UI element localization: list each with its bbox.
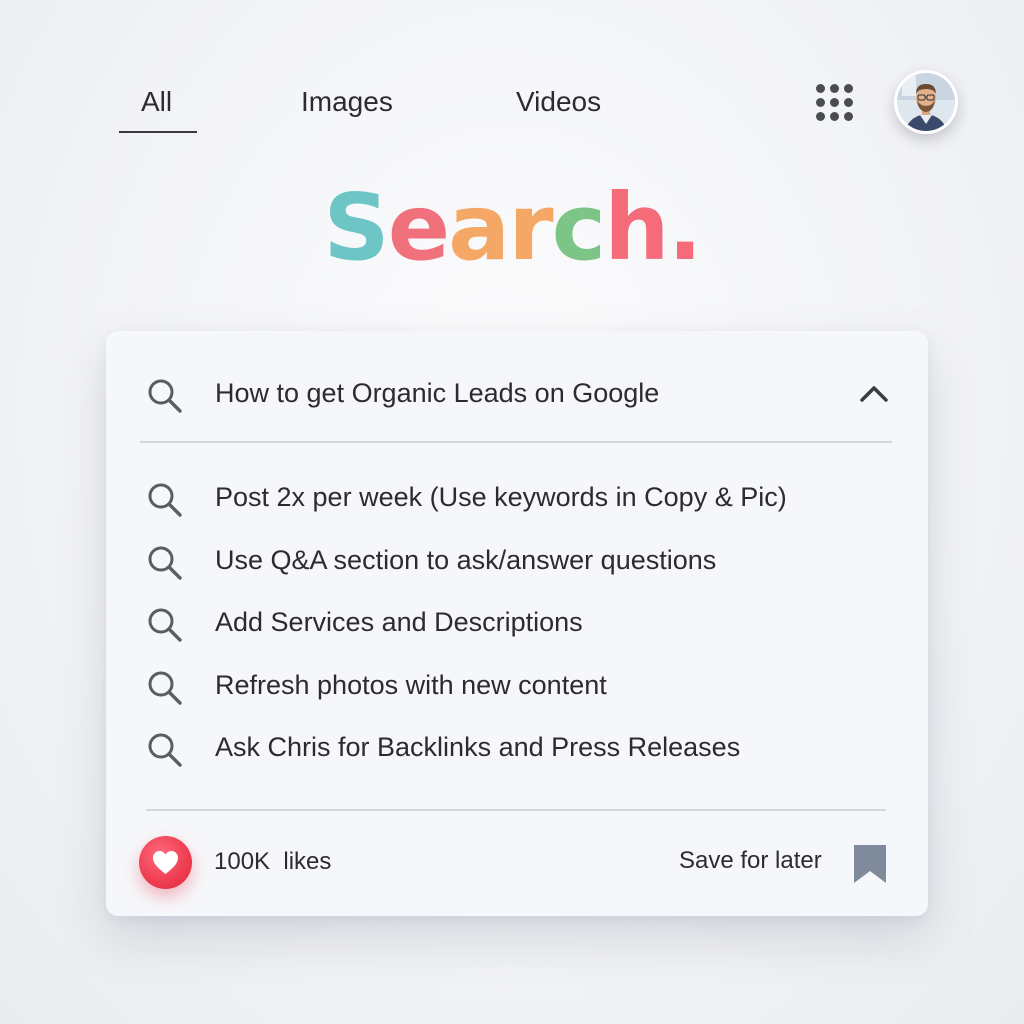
suggestion-item[interactable]: Add Services and Descriptions <box>106 598 928 648</box>
logo-letter: S <box>323 174 389 281</box>
suggestion-text: Ask Chris for Backlinks and Press Releas… <box>215 732 741 762</box>
logo-letter: c <box>551 174 607 281</box>
suggestion-item[interactable]: Refresh photos with new content <box>106 661 928 711</box>
suggestion-text: Refresh photos with new content <box>215 670 607 700</box>
search-logo: Search. <box>0 182 1024 274</box>
avatar[interactable] <box>894 70 958 134</box>
tab-all[interactable]: All <box>141 86 172 118</box>
search-input[interactable]: How to get Organic Leads on Google <box>215 378 659 409</box>
suggestion-text: Post 2x per week (Use keywords in Copy &… <box>215 482 787 512</box>
search-card: How to get Organic Leads on Google Post … <box>106 331 928 916</box>
logo-letter: h <box>604 174 669 281</box>
suggestion-text: Add Services and Descriptions <box>215 607 583 637</box>
heart-icon <box>153 851 178 874</box>
logo-letter: e <box>387 174 450 281</box>
divider <box>146 809 886 811</box>
save-for-later-link[interactable]: Save for later <box>679 847 822 875</box>
search-icon <box>148 546 182 580</box>
like-button[interactable] <box>139 836 192 889</box>
divider <box>140 441 892 443</box>
search-query-row[interactable]: How to get Organic Leads on Google <box>106 369 928 419</box>
search-icon <box>148 483 182 517</box>
search-icon <box>148 379 182 413</box>
suggestion-item[interactable]: Use Q&A section to ask/answer questions <box>106 536 928 586</box>
suggestion-item[interactable]: Post 2x per week (Use keywords in Copy &… <box>106 473 928 523</box>
suggestion-text: Use Q&A section to ask/answer questions <box>215 545 717 575</box>
active-tab-indicator <box>119 131 197 133</box>
grid-dots-icon[interactable] <box>816 84 854 122</box>
logo-letter: r <box>508 174 553 281</box>
tab-images[interactable]: Images <box>301 86 393 118</box>
user-photo-icon <box>897 73 955 131</box>
logo-letter: . <box>667 174 703 281</box>
likes-count: 100K likes <box>214 848 332 875</box>
tab-videos[interactable]: Videos <box>516 86 601 118</box>
search-icon <box>148 608 182 642</box>
search-tabs: All Images Videos <box>0 0 1024 160</box>
bookmark-icon[interactable] <box>851 843 889 885</box>
suggestion-item[interactable]: Ask Chris for Backlinks and Press Releas… <box>106 723 928 773</box>
chevron-up-icon[interactable] <box>858 382 890 404</box>
logo-letter: a <box>448 174 510 281</box>
search-icon <box>148 733 182 767</box>
search-icon <box>148 671 182 705</box>
